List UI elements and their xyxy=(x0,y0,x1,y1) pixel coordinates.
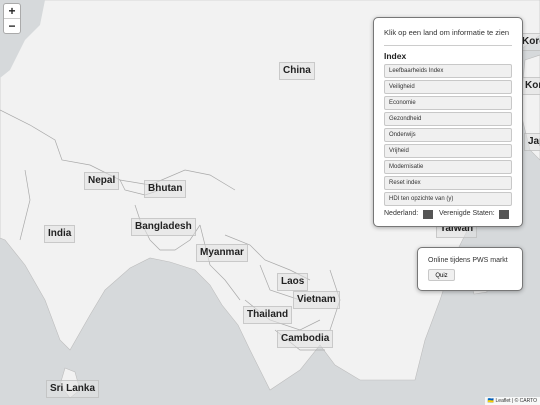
legend-us-label: Verenigde Staten: xyxy=(439,210,495,217)
label-india[interactable]: India xyxy=(44,225,76,243)
zoom-out-button[interactable]: − xyxy=(4,18,20,33)
reset-index-button[interactable]: Reset index xyxy=(384,176,512,190)
label-sri-lanka[interactable]: Sri Lanka xyxy=(46,380,100,398)
label-vietnam[interactable]: Vietnam xyxy=(293,291,340,309)
divider xyxy=(384,45,512,46)
legend-nederland-label: Nederland: xyxy=(384,210,419,217)
map-attribution[interactable]: 🇺🇦 Leaflet | © CARTO xyxy=(484,397,540,405)
online-panel: Online tijdens PWS markt Quiz xyxy=(417,247,523,291)
index-button-modernisatie[interactable]: Modernisatie xyxy=(384,160,512,174)
quiz-button[interactable]: Quiz xyxy=(428,269,455,281)
label-myanmar[interactable]: Myanmar xyxy=(196,244,248,262)
label-china[interactable]: China xyxy=(279,62,315,80)
label-cambodia[interactable]: Cambodia xyxy=(277,330,334,348)
index-button-gezondheid[interactable]: Gezondheid xyxy=(384,112,512,126)
index-button-leefbaarheid[interactable]: Leefbaarheids Index xyxy=(384,64,512,78)
label-bhutan[interactable]: Bhutan xyxy=(144,180,187,198)
legend-us-swatch xyxy=(499,210,509,219)
label-laos[interactable]: Laos xyxy=(277,273,309,291)
online-title: Online tijdens PWS markt xyxy=(428,257,508,264)
zoom-in-button[interactable]: + xyxy=(4,4,20,18)
zoom-control: + − xyxy=(3,3,21,34)
index-button-economie[interactable]: Economie xyxy=(384,96,512,110)
info-panel: Klik op een land om informatie te zien I… xyxy=(373,17,523,227)
index-button-veiligheid[interactable]: Veiligheid xyxy=(384,80,512,94)
label-bangladesh[interactable]: Bangladesh xyxy=(131,218,196,236)
label-kor[interactable]: Kor xyxy=(521,77,540,95)
index-button-onderwijs[interactable]: Onderwijs xyxy=(384,128,512,142)
index-button-vrijheid[interactable]: Vrijheid xyxy=(384,144,512,158)
index-heading: Index xyxy=(384,51,407,61)
info-hint: Klik op een land om informatie te zien xyxy=(384,28,510,37)
legend-nederland-swatch xyxy=(423,210,433,219)
label-thailand[interactable]: Thailand xyxy=(243,306,293,324)
hdi-button[interactable]: HDI ten opzichte van (y) xyxy=(384,192,512,206)
label-jap[interactable]: Jap xyxy=(524,133,540,151)
label-nepal[interactable]: Nepal xyxy=(84,172,120,190)
